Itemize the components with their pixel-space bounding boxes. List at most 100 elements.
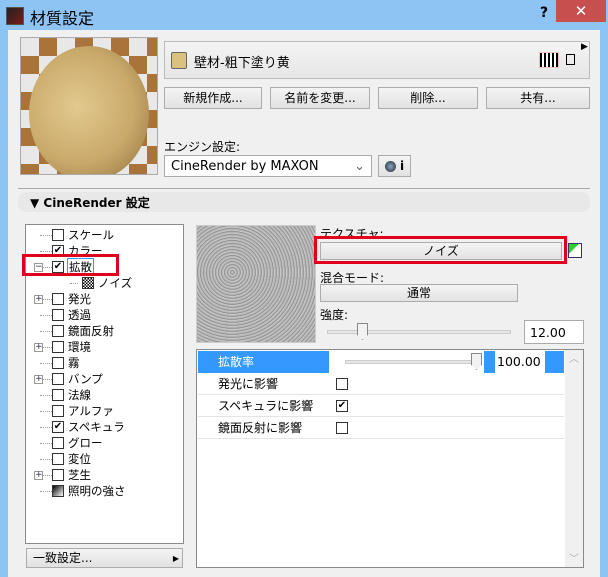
tree-item-label: 法線 <box>68 388 91 402</box>
help-button[interactable]: ? <box>540 5 548 21</box>
tree-line <box>40 491 52 492</box>
diffuse-rate-label: 拡散率 <box>198 351 329 373</box>
triangle-down-icon: ▼ <box>30 196 44 210</box>
tree-item-label: 変位 <box>68 452 91 466</box>
diffuse-rate-input[interactable]: 100.00 <box>495 351 545 373</box>
checkbox[interactable] <box>52 341 64 353</box>
diffuse-rate-slider[interactable] <box>345 360 481 364</box>
highlight-box <box>22 254 119 276</box>
tree-item-label: 環境 <box>68 340 91 354</box>
tree-line <box>40 443 52 444</box>
document-icon[interactable] <box>566 54 575 65</box>
tree-item[interactable]: 法線 <box>26 387 183 403</box>
tree-item-label: アルファ <box>68 404 114 418</box>
checkbox[interactable] <box>52 469 64 481</box>
checkbox[interactable] <box>52 309 64 321</box>
tree-item-label: グロー <box>68 436 103 450</box>
engine-dropdown[interactable]: CineRender by MAXON ⌄ <box>164 155 372 177</box>
tree-item-label: スケール <box>68 228 114 242</box>
tree-item[interactable]: 照明の強さ <box>26 483 183 499</box>
property-checkbox[interactable] <box>336 422 348 434</box>
checkbox[interactable] <box>52 437 64 449</box>
scale-icon <box>52 229 64 241</box>
checkbox[interactable] <box>52 405 64 417</box>
new-button[interactable]: 新規作成... <box>164 87 262 109</box>
tree-line <box>40 459 52 460</box>
property-label: 発光に影響 <box>218 377 279 391</box>
property-row: 発光に影響 <box>198 373 564 395</box>
tree-item-label: 鏡面反射 <box>68 324 114 338</box>
scroll-down-icon[interactable]: ﹀ <box>565 550 583 565</box>
texture-preview <box>196 225 316 343</box>
checkbox[interactable] <box>52 325 64 337</box>
tree-item[interactable]: 霧 <box>26 355 183 371</box>
section-title: CineRender 設定 <box>43 196 150 210</box>
expand-icon[interactable]: + <box>34 295 43 304</box>
tree-item[interactable]: + 発光 <box>26 291 183 307</box>
strength-label: 強度: <box>320 308 349 322</box>
chevron-down-icon: ⌄ <box>354 159 365 174</box>
tree-line <box>40 411 52 412</box>
tree-line <box>40 427 52 428</box>
property-checkbox[interactable]: ✔ <box>336 400 348 412</box>
material-name-panel[interactable]: 壁材-粗下塗り黄 ▶ <box>164 41 590 79</box>
tree-item[interactable]: アルファ <box>26 403 183 419</box>
property-label: スペキュラに影響 <box>218 399 314 413</box>
cinema4d-icon <box>384 161 396 172</box>
tree-line <box>40 315 52 316</box>
tree-item-label: 霧 <box>68 356 80 370</box>
engine-info-button[interactable]: i <box>378 155 411 177</box>
share-button[interactable]: 共有... <box>486 87 590 109</box>
match-settings-label: 一致設定... <box>33 551 93 565</box>
window-title: 材質設定 <box>30 9 95 28</box>
property-checkbox[interactable] <box>336 378 348 390</box>
scrollbar[interactable]: ︿ ﹀ <box>565 350 583 567</box>
expand-icon[interactable]: + <box>34 471 43 480</box>
strength-input[interactable]: 12.00 <box>524 320 584 344</box>
tree-item[interactable]: + 環境 <box>26 339 183 355</box>
tree-item[interactable]: 変位 <box>26 451 183 467</box>
tree-item[interactable]: 鏡面反射 <box>26 323 183 339</box>
hatch-icon[interactable] <box>539 52 559 68</box>
checkbox[interactable] <box>52 453 64 465</box>
tree-item[interactable]: スケール <box>26 227 183 243</box>
tree-item-label: 照明の強さ <box>68 484 126 498</box>
tree-item[interactable]: + 芝生 <box>26 467 183 483</box>
tree-line <box>40 331 52 332</box>
arrow-right-icon[interactable]: ▶ <box>581 42 588 52</box>
property-row: スペキュラに影響 ✔ <box>198 395 564 417</box>
checkbox[interactable] <box>52 389 64 401</box>
checkbox[interactable]: ✔ <box>52 421 64 433</box>
app-icon <box>6 7 24 25</box>
expand-icon[interactable]: + <box>34 375 43 384</box>
engine-value: CineRender by MAXON <box>171 159 319 174</box>
scroll-up-icon[interactable]: ︿ <box>565 350 583 365</box>
rename-button[interactable]: 名前を変更... <box>270 87 370 109</box>
tree-item[interactable]: グロー <box>26 435 183 451</box>
checkbox[interactable] <box>52 357 64 369</box>
tree-item[interactable]: ノイズ <box>26 275 183 291</box>
checkbox[interactable] <box>52 373 64 385</box>
preview-sphere <box>29 46 149 174</box>
strength-slider[interactable] <box>327 330 511 334</box>
tree-item[interactable]: ✔ スペキュラ <box>26 419 183 435</box>
match-settings-button[interactable]: 一致設定... ▶ <box>26 548 183 568</box>
info-icon: i <box>400 159 405 173</box>
title-bar: 材質設定 ? ✕ <box>0 0 608 30</box>
delete-button[interactable]: 削除... <box>378 87 478 109</box>
expand-icon[interactable]: + <box>34 343 43 352</box>
tree-line <box>40 251 52 252</box>
tree-item[interactable]: 透過 <box>26 307 183 323</box>
load-texture-icon[interactable] <box>568 243 582 258</box>
tree-line <box>40 395 52 396</box>
material-preview <box>20 37 158 175</box>
checkbox[interactable] <box>52 293 64 305</box>
tree-item[interactable]: + バンプ <box>26 371 183 387</box>
arrow-right-icon: ▶ <box>172 554 179 563</box>
property-label: 鏡面反射に影響 <box>218 421 303 435</box>
close-button[interactable]: ✕ <box>556 0 606 22</box>
diffuse-rate-row[interactable]: 拡散率 100.00 <box>198 351 564 373</box>
tree-line <box>70 283 78 284</box>
blend-mode-button[interactable]: 通常 <box>320 284 518 302</box>
section-header[interactable]: ▼ CineRender 設定 <box>18 192 590 212</box>
